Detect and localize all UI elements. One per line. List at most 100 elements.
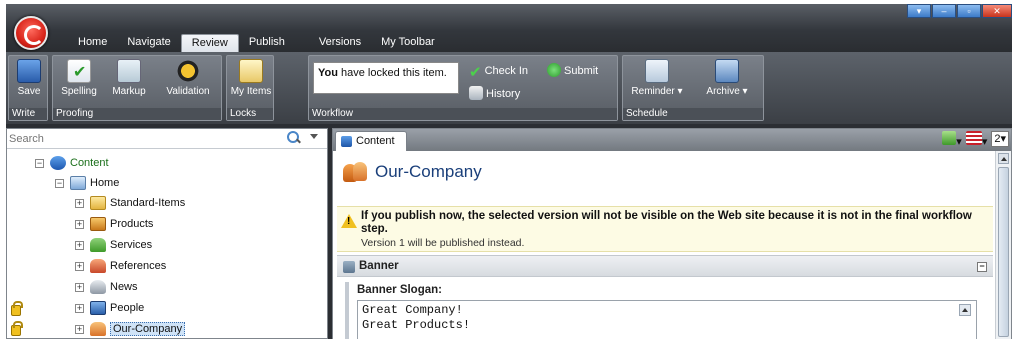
flag-icon [965,131,982,145]
markup-button[interactable]: Markup [107,59,151,97]
history-label: History [486,88,521,100]
expand-toggle[interactable]: + [75,198,84,208]
tree-node-label: Products [110,218,154,230]
tree-node-news[interactable]: + News [75,277,138,297]
tree-node-content[interactable]: − Content [35,153,109,173]
tree-node-our-company[interactable]: + Our-Company [75,319,186,339]
tree-node-label: Standard-Items [110,197,186,209]
spelling-button[interactable]: Spelling [57,59,101,97]
collapse-toggle[interactable]: − [55,178,64,188]
maximize-button[interactable]: ▫ [957,4,981,18]
editor-tab-tools: ▾ ▾ 2▾ [942,131,1009,148]
banner-slogan-textarea[interactable]: Great Company! Great Products! [357,300,977,339]
minimize-button[interactable]: – [932,4,956,18]
expand-toggle[interactable]: + [75,261,84,271]
check-icon: ✔ [469,64,482,81]
tab-navigate[interactable]: Navigate [117,34,180,52]
tree-node-home[interactable]: − Home [55,173,119,193]
ribbon-group-locks: My Items Locks [226,55,274,121]
editor-tab-bar: Content ▾ ▾ 2▾ [333,129,1011,151]
ribbon-group-proofing: Spelling Markup Validation Proofing [52,55,222,121]
group-label-proofing: Proofing [53,108,221,120]
expand-toggle[interactable]: + [75,303,84,313]
check-in-label: Check In [484,65,528,77]
reminder-button[interactable]: Reminder ▾ [627,59,687,97]
search-options-chevron-icon[interactable] [310,134,318,139]
field-label: Banner Slogan: [357,284,442,296]
editor-scrollbar[interactable] [995,151,1011,339]
scroll-up-button[interactable] [998,153,1009,164]
group-label-write: Write [9,108,47,120]
section-icon [343,261,355,273]
language-button[interactable]: ▾ [965,131,987,148]
markup-label: Markup [112,86,146,97]
content-tree-pane: − Content − Home + Standard-Items + Prod… [6,128,328,339]
tree-node-label: Content [70,157,109,169]
tab-my-toolbar[interactable]: My Toolbar [371,34,445,52]
tab-publish[interactable]: Publish [239,34,295,52]
collapse-section-button[interactable]: − [977,262,987,272]
scroll-thumb[interactable] [998,167,1009,337]
navigate-arrow-icon [942,131,957,145]
tab-review[interactable]: Review [180,34,239,52]
tab-content[interactable]: Content [335,131,407,151]
section-header-banner[interactable]: Banner − [337,255,993,277]
my-items-button[interactable]: My Items [229,59,273,97]
save-button[interactable]: Save [13,59,45,97]
history-button[interactable]: History [469,86,520,100]
tab-versions[interactable]: Versions [309,34,371,52]
section-title: Banner [359,260,399,272]
tree-node-services[interactable]: + Services [75,235,152,255]
ribbon: Save Write Spelling Markup Validation Pr… [6,52,1012,124]
check-in-button[interactable]: ✔ Check In [469,63,528,81]
ribbon-tabs: Home Navigate Review Publish Versions My… [68,34,445,52]
expand-toggle[interactable]: + [75,240,84,250]
search-input[interactable] [9,131,281,147]
search-icon[interactable] [286,130,302,146]
company-icon [343,161,369,183]
tree-node-people[interactable]: + People [75,298,144,318]
textarea-scroll-up-button[interactable] [959,304,971,316]
content-editor-pane: Content ▾ ▾ 2▾ Our-Company If you publis… [332,128,1012,339]
tree-node-references[interactable]: + References [75,256,166,276]
people-icon [90,301,106,315]
expand-toggle[interactable]: + [75,219,84,229]
archive-button[interactable]: Archive ▾ [697,59,757,97]
tree-node-standard-items[interactable]: + Standard-Items [75,193,185,213]
version-selector[interactable]: 2▾ [991,131,1009,147]
tab-home[interactable]: Home [68,34,117,52]
application-menu-button[interactable] [14,16,48,50]
references-icon [90,259,106,273]
lock-icon [11,321,23,336]
warning-subtext: Version 1 will be published instead. [361,237,525,249]
group-label-locks: Locks [227,108,273,120]
services-icon [90,238,106,252]
page-title: Our-Company [343,159,482,185]
archive-icon [715,59,739,83]
home-icon [70,176,86,190]
chevron-down-icon: ▾ [742,86,748,97]
navigate-button[interactable]: ▾ [942,131,962,148]
news-icon [90,280,106,294]
submit-label: Submit [564,65,599,77]
group-label-workflow: Workflow [309,108,617,120]
publish-warning: If you publish now, the selected version… [337,206,993,252]
submit-button[interactable]: Submit [547,63,598,77]
locked-items-icon [239,59,263,83]
ribbon-group-schedule: Reminder ▾ Archive ▾ Schedule [622,55,764,121]
lock-message-text: have locked this item. [337,67,447,79]
banner-slogan-field: Banner Slogan: Great Company! Great Prod… [345,282,993,339]
close-button[interactable]: ✕ [982,4,1012,18]
bug-icon [176,59,200,83]
group-label-schedule: Schedule [623,108,763,120]
collapse-toggle[interactable]: − [35,158,44,168]
expand-toggle[interactable]: + [75,324,84,334]
my-items-label: My Items [230,86,272,97]
ribbon-group-write: Save Write [8,55,48,121]
expand-toggle[interactable]: + [75,282,84,292]
company-icon [90,322,106,336]
validation-button[interactable]: Validation [159,59,217,97]
tree-node-products[interactable]: + Products [75,214,153,234]
editor-body: Our-Company If you publish now, the sele… [333,151,995,339]
window-menu-button[interactable]: ▾ [907,4,931,18]
